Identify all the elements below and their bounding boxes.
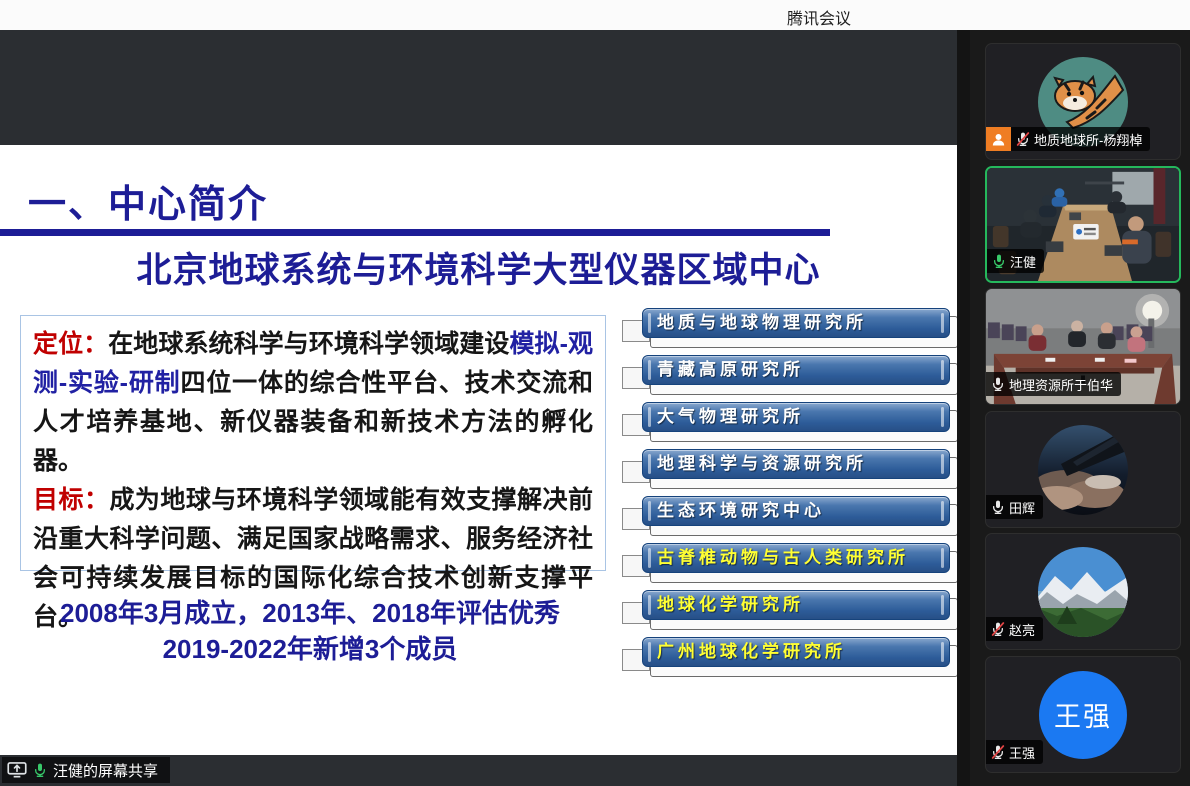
institute-label: 古脊椎动物与古人类研究所 <box>657 550 909 567</box>
initials-avatar: 王强 <box>1039 671 1127 759</box>
institute-item: 古脊椎动物与古人类研究所 <box>622 543 957 590</box>
slide-milestones: 2008年3月成立，2013年、2018年评估优秀2019-2022年新增3个成… <box>10 595 610 667</box>
institute-button: 地质与地球物理研究所 <box>642 308 950 338</box>
institute-button: 青藏高原研究所 <box>642 355 950 385</box>
institute-button: 大气物理研究所 <box>642 402 950 432</box>
institute-label: 地球化学研究所 <box>657 597 804 614</box>
microphone-icon <box>1015 131 1031 147</box>
institute-button: 古脊椎动物与古人类研究所 <box>642 543 950 573</box>
institute-item: 青藏高原研究所 <box>622 355 957 402</box>
presenter-microphone-icon <box>32 762 48 778</box>
participant-name: 王强 <box>1009 743 1035 762</box>
participant-label-row: 汪健 <box>987 249 1044 273</box>
participant-name-label: 王强 <box>986 740 1043 764</box>
meeting-window: 腾讯会议 一、中心简介 北京地球系统与环境科学大型仪器区域中心 定位：在地球系统… <box>0 0 1190 786</box>
description-segment: 目标： <box>33 486 109 514</box>
microphone-icon <box>990 499 1006 515</box>
institute-label: 生态环境研究中心 <box>657 503 825 520</box>
slide-title: 一、中心简介 <box>28 173 268 228</box>
participant-name: 田辉 <box>1009 498 1035 517</box>
participant-name: 赵亮 <box>1009 620 1035 639</box>
participant-tile[interactable]: 王强 王强 <box>985 656 1181 773</box>
participant-tile[interactable]: 田辉 <box>985 411 1181 528</box>
description-segment: 在地球系统科学与环境科学领域建设 <box>108 330 509 358</box>
participant-sidebar[interactable]: 地质地球所-杨翔棹 <box>970 30 1190 786</box>
participant-name-label: 汪健 <box>987 249 1044 273</box>
description-segment: 定位： <box>33 330 108 358</box>
institute-item: 生态环境研究中心 <box>622 496 957 543</box>
milestone-line: 2019-2022年新增3个成员 <box>10 631 610 667</box>
participant-name: 地质地球所-杨翔棹 <box>1034 130 1142 149</box>
microphone-icon <box>990 744 1006 760</box>
institute-label: 地理科学与资源研究所 <box>657 456 867 473</box>
institute-item: 地球化学研究所 <box>622 590 957 637</box>
participant-name-label: 田辉 <box>986 495 1043 519</box>
participant-label-row: 田辉 <box>986 495 1043 519</box>
microphone-icon <box>991 253 1007 269</box>
institute-list: 地质与地球物理研究所 青藏高原研究所 大气物理研究所 地理科学与资源研究所 生态… <box>622 308 957 684</box>
participant-tile[interactable]: 地理资源所于伯华 <box>985 288 1181 405</box>
institute-item: 大气物理研究所 <box>622 402 957 449</box>
participant-label-row: 赵亮 <box>986 617 1043 641</box>
institute-label: 广州地球化学研究所 <box>657 644 846 661</box>
slide-description: 定位：在地球系统科学与环境科学领域建设模拟-观测-实验-研制四位一体的综合性平台… <box>20 315 606 571</box>
participant-tile[interactable]: 赵亮 <box>985 533 1181 650</box>
institute-label: 青藏高原研究所 <box>657 362 804 379</box>
initials-avatar-text: 王强 <box>1054 695 1112 734</box>
institute-item: 地质与地球物理研究所 <box>622 308 957 355</box>
participant-name-label: 地理资源所于伯华 <box>986 372 1121 396</box>
microphone-icon <box>990 621 1006 637</box>
description-paragraph: 定位：在地球系统科学与环境科学领域建设模拟-观测-实验-研制四位一体的综合性平台… <box>33 325 593 481</box>
mountain-photo-avatar <box>1037 546 1129 638</box>
window-title: 腾讯会议 <box>787 5 851 29</box>
title-underline <box>0 229 830 236</box>
airplane-wing-avatar <box>1037 424 1129 516</box>
institute-label: 大气物理研究所 <box>657 409 804 426</box>
institute-button: 地理科学与资源研究所 <box>642 449 950 479</box>
share-edge-strip <box>957 30 970 786</box>
participant-label-row: 地理资源所于伯华 <box>986 372 1121 396</box>
participant-label-row: 王强 <box>986 740 1043 764</box>
institute-item: 广州地球化学研究所 <box>622 637 957 684</box>
presentation-slide: 一、中心简介 北京地球系统与环境科学大型仪器区域中心 定位：在地球系统科学与环境… <box>0 145 957 755</box>
participant-name-label: 地质地球所-杨翔棹 <box>1011 127 1150 151</box>
participant-tile[interactable]: 地质地球所-杨翔棹 <box>985 43 1181 160</box>
institute-button: 生态环境研究中心 <box>642 496 950 526</box>
person-badge-icon <box>986 127 1011 151</box>
institute-button: 地球化学研究所 <box>642 590 950 620</box>
participant-list: 地质地球所-杨翔棹 <box>970 30 1190 786</box>
participant-label-row: 地质地球所-杨翔棹 <box>986 127 1150 151</box>
participant-name: 地理资源所于伯华 <box>1009 375 1113 394</box>
participant-name: 汪健 <box>1010 252 1036 271</box>
screen-share-banner: 汪健的屏幕共享 <box>2 757 170 783</box>
microphone-icon <box>990 376 1006 392</box>
slide-subtitle: 北京地球系统与环境科学大型仪器区域中心 <box>0 242 957 293</box>
participant-tile[interactable]: 汪健 <box>985 166 1181 283</box>
institute-item: 地理科学与资源研究所 <box>622 449 957 496</box>
institute-button: 广州地球化学研究所 <box>642 637 950 667</box>
participant-name-label: 赵亮 <box>986 617 1043 641</box>
screen-share-icon <box>7 761 27 779</box>
milestone-line: 2008年3月成立，2013年、2018年评估优秀 <box>10 595 610 631</box>
screen-share-area: 一、中心简介 北京地球系统与环境科学大型仪器区域中心 定位：在地球系统科学与环境… <box>0 30 970 786</box>
window-titlebar: 腾讯会议 <box>0 0 1190 30</box>
screen-share-label: 汪健的屏幕共享 <box>53 760 158 781</box>
institute-label: 地质与地球物理研究所 <box>657 315 867 332</box>
